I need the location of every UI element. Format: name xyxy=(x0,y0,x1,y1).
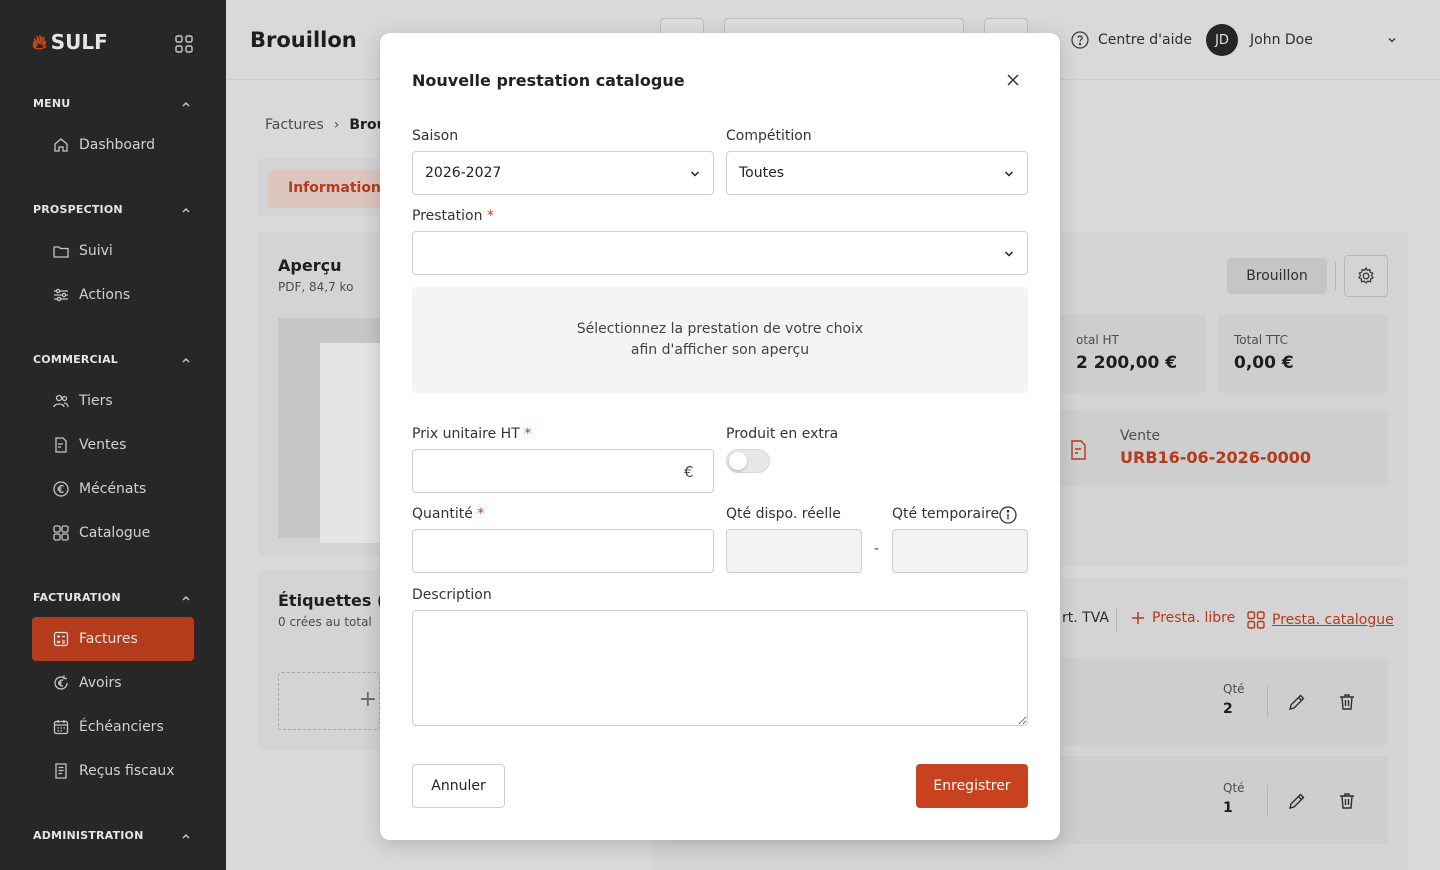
service-select[interactable] xyxy=(412,231,1028,275)
unit-price-label-text: Prix unitaire HT xyxy=(412,426,520,442)
quantity-label: Quantité * xyxy=(412,506,484,522)
required-mark: * xyxy=(524,426,532,442)
chevron-down-icon xyxy=(690,171,700,177)
competition-label: Compétition xyxy=(726,128,812,144)
temporary-qty-label: Qté temporaire xyxy=(892,506,1000,522)
temporary-qty-input xyxy=(892,529,1028,573)
competition-value: Toutes xyxy=(739,165,785,181)
season-select[interactable]: 2026-2027 xyxy=(412,151,714,195)
description-textarea[interactable] xyxy=(412,610,1028,726)
service-label: Prestation * xyxy=(412,208,494,224)
quantity-input[interactable] xyxy=(412,529,714,573)
unit-price-input[interactable] xyxy=(412,449,714,493)
chevron-down-icon xyxy=(1004,251,1014,257)
service-label-text: Prestation xyxy=(412,208,483,224)
season-value: 2026-2027 xyxy=(425,165,502,181)
extra-product-toggle[interactable] xyxy=(726,449,770,473)
preview-hint-line1: Sélectionnez la prestation de votre choi… xyxy=(576,321,864,337)
unit-price-label: Prix unitaire HT * xyxy=(412,426,531,442)
season-label: Saison xyxy=(412,128,459,144)
euro-icon: € xyxy=(684,463,694,481)
service-preview-placeholder: Sélectionnez la prestation de votre choi… xyxy=(412,287,1028,393)
required-mark: * xyxy=(477,506,485,522)
chevron-down-icon xyxy=(1004,171,1014,177)
available-qty-input xyxy=(726,529,862,573)
competition-select[interactable]: Toutes xyxy=(726,151,1028,195)
preview-hint-line2: afin d'afficher son aperçu xyxy=(630,342,810,358)
quantity-label-text: Quantité xyxy=(412,506,473,522)
save-button[interactable]: Enregistrer xyxy=(916,764,1028,808)
modal-title: Nouvelle prestation catalogue xyxy=(412,71,685,90)
catalogue-service-modal: Nouvelle prestation catalogue Saison 202… xyxy=(380,33,1060,840)
available-qty-label: Qté dispo. réelle xyxy=(726,506,841,522)
close-icon[interactable] xyxy=(1004,71,1022,89)
description-label: Description xyxy=(412,587,492,603)
info-icon[interactable] xyxy=(998,505,1018,525)
qty-separator: - xyxy=(874,541,880,557)
required-mark: * xyxy=(486,208,494,224)
cancel-button[interactable]: Annuler xyxy=(412,764,505,808)
extra-product-label: Produit en extra xyxy=(726,426,839,442)
toggle-knob xyxy=(729,452,747,470)
